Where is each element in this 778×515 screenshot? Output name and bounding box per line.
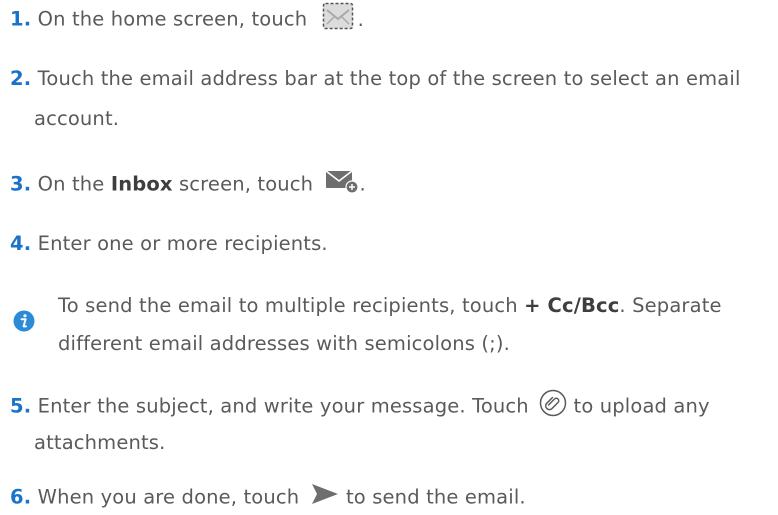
step-5-continued: attachments. [34,429,165,457]
step-text-end: . [357,7,364,31]
step-number: 2. [10,67,32,90]
step-text: attachments. [34,431,166,454]
step-1: 1. On the home screen, touch . [10,2,364,38]
email-app-icon [322,2,354,38]
step-number: 5. [10,394,32,418]
step-5: 5. Enter the subject, and write your mes… [10,389,710,425]
inbox-label: Inbox [110,172,173,196]
paperclip-icon [539,389,567,425]
step-number: 3. [10,172,32,196]
tip-line-2: different email addresses with semicolon… [58,330,510,358]
step-number: 6. [10,485,32,509]
step-text: On the [37,172,105,196]
step-text: to send the email. [346,485,526,509]
step-number: 1. [10,7,32,31]
step-text: Enter one or more recipients. [37,232,328,255]
cc-bcc-label: + Cc/Bcc [524,294,620,317]
step-text: screen, touch [179,172,314,196]
info-icon [13,310,35,337]
step-6: 6. When you are done, touch to send the … [10,482,526,514]
step-text: to upload any [573,394,710,418]
compose-email-icon [324,168,360,202]
step-text: On the home screen, touch [37,7,308,31]
send-icon [310,482,340,514]
step-text: When you are done, touch [37,485,300,509]
step-number: 4. [10,232,32,255]
tip-text: different email addresses with semicolon… [58,332,510,355]
tip-text: To send the email to multiple recipients… [58,294,518,317]
step-2-continued: account. [34,105,119,133]
step-3: 3. On the Inbox screen, touch . [10,168,366,202]
step-text: Enter the subject, and write your messag… [37,394,529,418]
step-text: Touch the email address bar at the top o… [37,67,741,90]
tip-text: . Separate [619,294,722,317]
step-text: account. [34,107,120,130]
step-2: 2. Touch the email address bar at the to… [10,65,741,93]
step-text-end: . [359,172,366,196]
step-4: 4. Enter one or more recipients. [10,230,328,258]
tip-line-1: To send the email to multiple recipients… [58,292,722,320]
